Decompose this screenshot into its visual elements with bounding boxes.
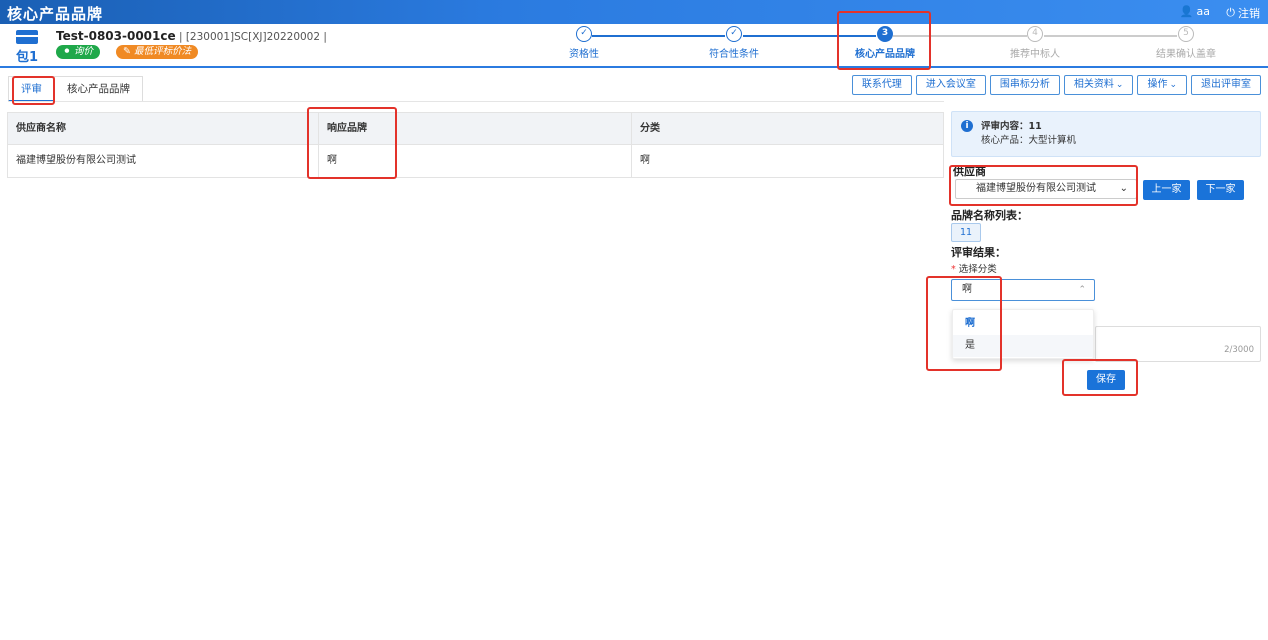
bag-icon: ⚫ [63,46,71,57]
button-label: 进入会议室 [925,79,976,90]
exit-review-button[interactable]: 退出评审室 [1191,75,1261,95]
tab-core-brand[interactable]: 核心产品品牌 [55,76,143,102]
save-button[interactable]: 保存 [1087,370,1125,390]
column-header: 响应品牌 [319,113,632,144]
check-icon: ✓ [726,26,742,42]
info-value: 大型计算机 [1028,135,1077,146]
brand-list-label: 品牌名称列表： [951,209,1028,222]
divider [8,101,944,102]
table-header: 供应商名称 响应品牌 分类 [8,113,943,145]
char-count: 2/3000 [1224,345,1254,355]
step-number: 5 [1178,26,1194,42]
operation-button[interactable]: 操作 ⌄ [1137,75,1187,95]
related-docs-button[interactable]: 相关资料 ⌄ [1063,75,1134,95]
tab-bar: 评审 核心产品品牌 [8,76,143,102]
step-confirm[interactable]: 5 结果确认盖章 [1136,26,1236,60]
column-header: 分类 [640,123,660,134]
step-label: 符合性条件 [709,49,759,60]
project-sub: | [230001]SC[XJ]20220002 | [175,31,327,43]
step-core-brand[interactable]: 3 核心产品品牌 [835,26,935,60]
step-label: 结果确认盖章 [1156,49,1216,60]
package-icon [16,30,38,44]
info-product: 核心产品：大型计算机 [981,132,1076,146]
column-header: 供应商名称 [8,113,319,144]
toolbar: 联系代理 进入会议室 围串标分析 相关资料 ⌄ 操作 ⌄ 退出评审室 [851,75,1261,95]
power-icon: ⏻ [1226,6,1235,19]
prev-supplier-button[interactable]: 上一家 [1143,180,1190,200]
select-category-text: 选择分类 [958,264,997,275]
button-label: 联系代理 [861,79,902,90]
button-label: 操作 [1147,79,1168,90]
step-qualification[interactable]: ✓ 资格性 [534,26,634,60]
user-name: aa [1196,5,1210,18]
step-number: 3 [877,26,893,42]
step-label: 资格性 [569,49,599,60]
chevron-down-icon: ⌄ [1115,80,1124,90]
tab-review[interactable]: 评审 [8,76,55,102]
table-cell: 福建博望股份有限公司测试 [8,145,319,177]
pen-icon: ✎ [123,46,131,57]
info-icon: i [961,120,973,132]
select-category-label: * 选择分类 [951,261,997,275]
dropdown-option[interactable]: 啊 [953,313,1093,335]
step-number: 4 [1027,26,1043,42]
package-label: 包1 [16,50,39,65]
tag-inquiry: ⚫ 询价 [56,45,100,59]
step-label: 推荐中标人 [1010,49,1060,60]
tag-method-label: 最低评标价法 [133,46,191,57]
next-supplier-button[interactable]: 下一家 [1197,180,1244,200]
tag-method: ✎ 最低评标价法 [116,45,198,59]
button-label: 相关资料 [1073,79,1114,90]
table-cell: 啊 [640,155,650,166]
info-value: 11 [1028,121,1042,132]
review-info-box: i 评审内容：11 核心产品：大型计算机 [951,111,1261,157]
info-content: 评审内容：11 [981,118,1042,132]
table-cell: 啊 [319,145,632,177]
chevron-down-icon: ⌄ [1119,183,1128,194]
step-label: 核心产品品牌 [855,49,915,60]
required-mark: * [951,264,959,275]
logout-label: 注销 [1238,7,1260,20]
contact-agent-button[interactable]: 联系代理 [851,75,912,95]
collusion-analysis-button[interactable]: 围串标分析 [989,75,1060,95]
step-compliance[interactable]: ✓ 符合性条件 [684,26,784,60]
category-value: 啊 [962,284,972,295]
info-label: 核心产品： [981,135,1029,146]
supplier-table: 供应商名称 响应品牌 分类 福建博望股份有限公司测试 啊 啊 [7,112,944,178]
package-bar: 包1 Test-0803-0001ce | [230001]SC[XJ]2022… [0,24,1268,68]
user-menu[interactable]: 👤 aa [1180,5,1210,18]
result-label: 评审结果： [951,246,1006,259]
top-bar: 核心产品品牌 👤 aa ⏻ 注销 [0,0,1268,24]
check-icon: ✓ [576,26,592,42]
enter-meeting-button[interactable]: 进入会议室 [915,75,986,95]
chevron-up-icon: ⌃ [1078,285,1086,295]
supplier-value: 福建博望股份有限公司测试 [976,183,1096,194]
table-row[interactable]: 福建博望股份有限公司测试 啊 啊 [8,145,943,177]
brand-chip[interactable]: 11 [951,223,981,242]
category-select[interactable]: 啊 ⌃ [951,279,1095,301]
supplier-select[interactable]: 福建博望股份有限公司测试 ⌄ [955,179,1137,199]
supplier-label: 供应商 [953,165,986,178]
tag-inquiry-label: 询价 [73,46,93,57]
project-code-text: Test-0803-0001ce [56,29,176,43]
info-label: 评审内容： [981,121,1029,132]
chevron-down-icon: ⌄ [1169,80,1177,90]
logout-button[interactable]: ⏻ 注销 [1226,5,1260,21]
user-icon: 👤 [1179,5,1194,18]
project-code: Test-0803-0001ce | [230001]SC[XJ]2022000… [56,29,327,43]
step-recommend[interactable]: 4 推荐中标人 [985,26,1085,60]
category-dropdown: 啊 是 [952,309,1094,359]
comment-textarea[interactable]: 2/3000 [1095,326,1261,362]
button-label: 退出评审室 [1201,79,1251,90]
dropdown-option[interactable]: 是 [953,335,1093,357]
app-title: 核心产品品牌 [7,5,104,23]
button-label: 围串标分析 [999,79,1050,90]
